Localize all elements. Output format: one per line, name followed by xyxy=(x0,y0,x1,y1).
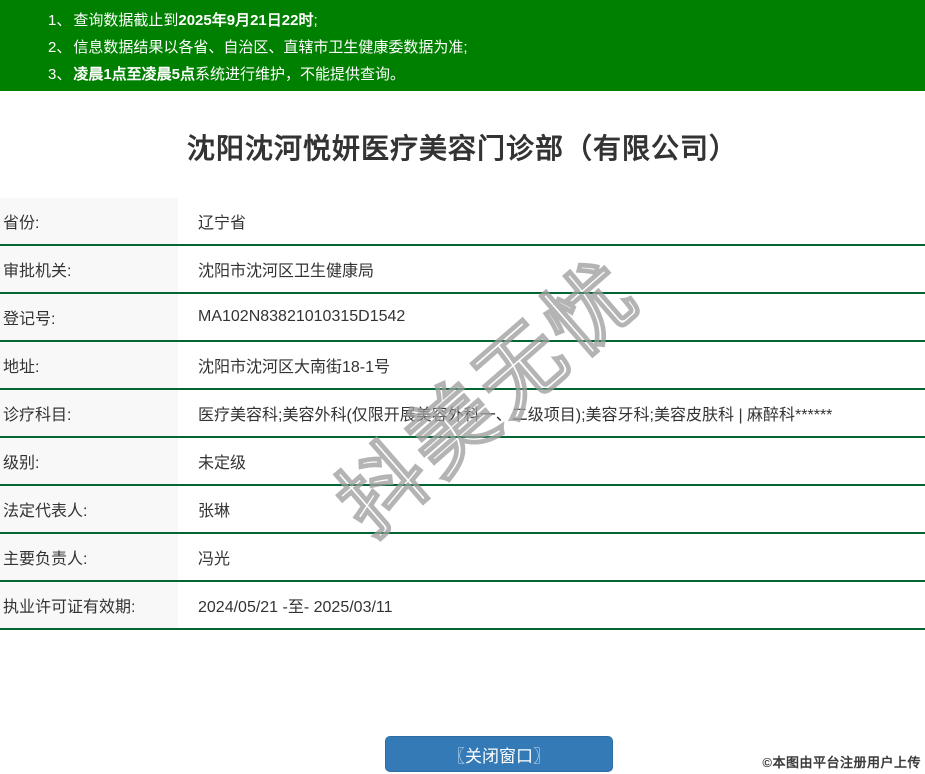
notice-text: 信息数据结果以各省、自治区、直辖市卫生健康委数据为准; xyxy=(73,39,468,56)
notice-banner: 1、 查询数据截止到2025年9月21日22时; 2、 信息数据结果以各省、自治区、… xyxy=(0,0,925,91)
table-row-province: 省份: 辽宁省 xyxy=(0,198,925,246)
row-value: 冯光 xyxy=(198,551,231,568)
table-row-principal: 主要负责人: 冯光 xyxy=(0,534,925,582)
row-label: 主要负责人: xyxy=(0,534,178,580)
notice-line-2: 2、 信息数据结果以各省、自治区、直辖市卫生健康委数据为准; xyxy=(48,34,915,61)
row-label: 地址: xyxy=(0,342,178,388)
row-value: MA102N83821010315D1542 xyxy=(198,308,406,325)
notice-text: ; xyxy=(313,12,318,29)
table-row-legal-representative: 法定代表人: 张琳 xyxy=(0,486,925,534)
table-row-level: 级别: 未定级 xyxy=(0,438,925,486)
license-query-page: 1、 查询数据截止到2025年9月21日22时; 2、 信息数据结果以各省、自治区、… xyxy=(0,0,925,772)
table-row-medical-subjects: 诊疗科目: 医疗美容科;美容外科(仅限开展美容外科一、二级项目);美容牙科;美容… xyxy=(0,390,925,438)
notice-text: 系统进行维护，不能提供查询。 xyxy=(195,66,406,83)
row-value: 张琳 xyxy=(198,503,231,520)
row-label: 执业许可证有效期: xyxy=(0,582,178,628)
notice-text: 查询数据截止到 xyxy=(73,12,179,29)
row-value: 沈阳市沈河区大南街18-1号 xyxy=(198,359,391,376)
table-row-license-validity: 执业许可证有效期: 2024/05/21 -至- 2025/03/11 xyxy=(0,582,925,630)
table-row-approval-authority: 审批机关: 沈阳市沈河区卫生健康局 xyxy=(0,246,925,294)
row-value: 辽宁省 xyxy=(198,215,247,232)
row-label: 级别: xyxy=(0,438,178,484)
row-value: 医疗美容科;美容外科(仅限开展美容外科一、二级项目);美容牙科;美容皮肤科 | … xyxy=(198,407,833,424)
table-row-address: 地址: 沈阳市沈河区大南街18-1号 xyxy=(0,342,925,390)
notice-text-bold: 2025年9月21日22时 xyxy=(178,12,314,29)
notice-number: 1、 xyxy=(48,12,72,29)
row-label: 法定代表人: xyxy=(0,486,178,532)
bottom-right-watermark: ©本图由平台注册用户上传 xyxy=(762,755,921,770)
notice-line-3: 3、 凌晨1点至凌晨5点系统进行维护，不能提供查询。 xyxy=(48,61,915,88)
notice-line-1: 1、 查询数据截止到2025年9月21日22时; xyxy=(48,7,915,34)
row-value: 未定级 xyxy=(198,455,247,472)
row-label: 诊疗科目: xyxy=(0,390,178,436)
close-window-button[interactable]: 〖关闭窗口〗 xyxy=(385,736,613,772)
info-table: 省份: 辽宁省 审批机关: 沈阳市沈河区卫生健康局 登记号: MA102N838… xyxy=(0,198,925,630)
row-value: 沈阳市沈河区卫生健康局 xyxy=(198,263,375,280)
notice-text-bold: 凌晨1点至凌晨5点 xyxy=(73,66,196,83)
row-label: 审批机关: xyxy=(0,246,178,292)
page-title: 沈阳沈河悦妍医疗美容门诊部（有限公司） xyxy=(186,133,738,164)
notice-number: 3、 xyxy=(48,66,72,83)
notice-number: 2、 xyxy=(48,39,72,56)
row-label: 登记号: xyxy=(0,294,178,340)
row-value: 2024/05/21 -至- 2025/03/11 xyxy=(198,599,393,616)
table-row-registration-number: 登记号: MA102N83821010315D1542 xyxy=(0,294,925,342)
row-label: 省份: xyxy=(0,198,178,244)
